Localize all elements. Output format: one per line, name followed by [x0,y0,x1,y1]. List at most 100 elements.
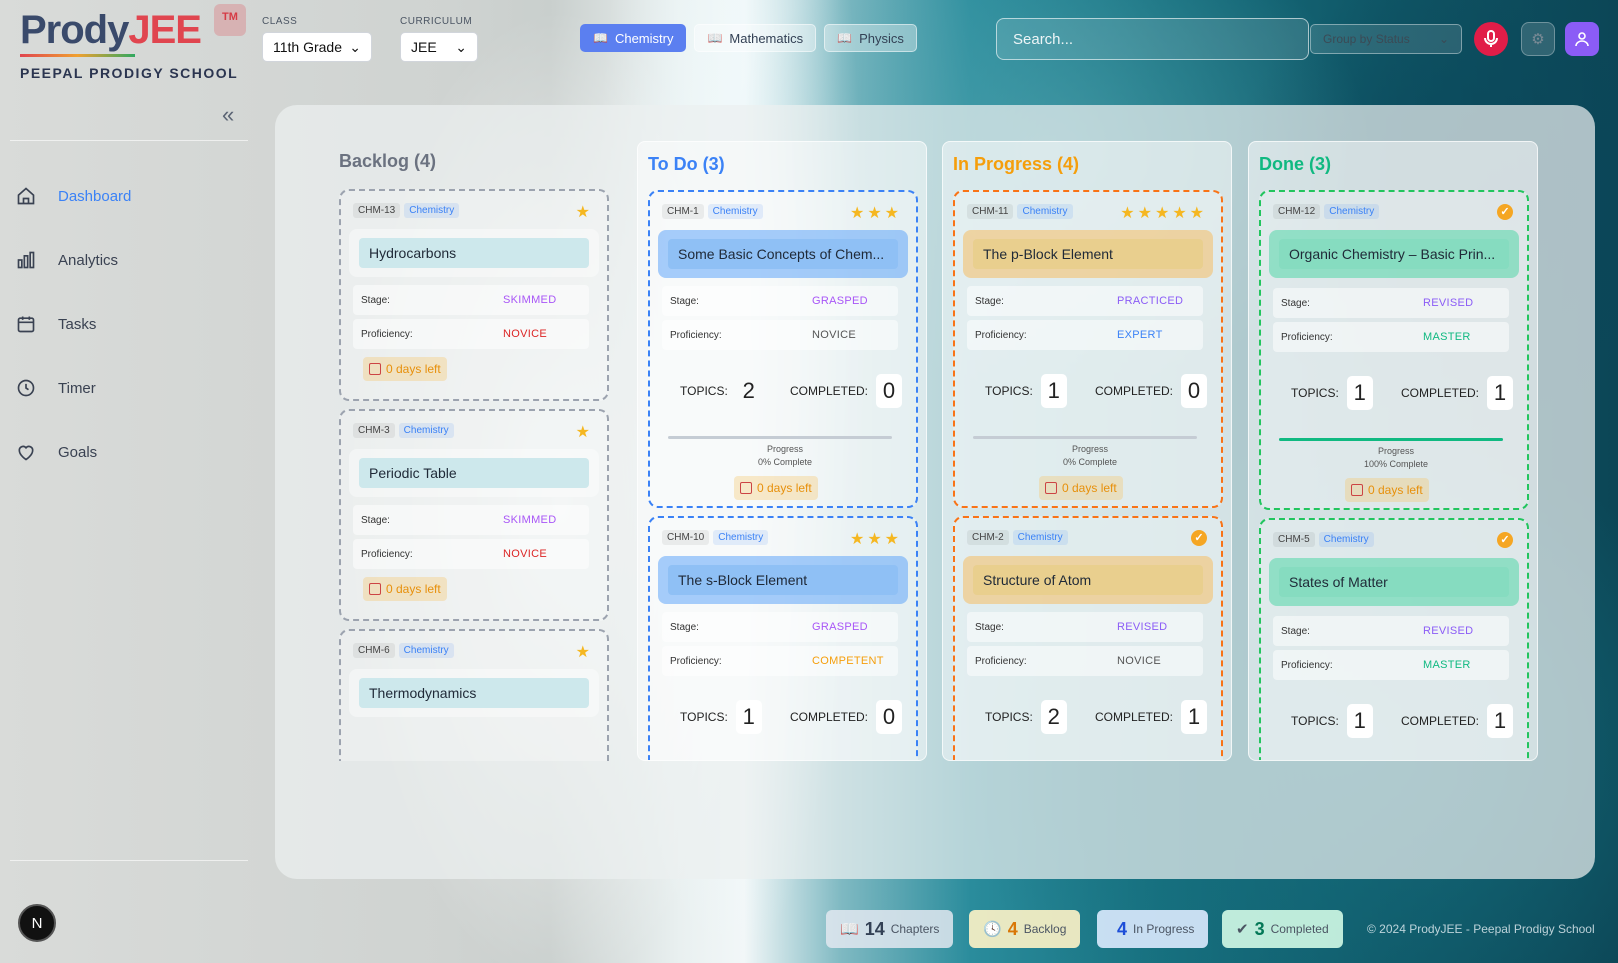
column-title: Backlog (4) [339,151,437,171]
progress-text: 0% Complete [1062,457,1118,467]
chapter-card[interactable]: CHM-3 Chemistry ★ Periodic Table Stage: SK… [339,409,609,621]
chapters-label: Chapters [890,922,940,936]
star-rating[interactable]: ★★★ [850,529,902,549]
completed-label: Completed [1270,922,1329,936]
proficiency-value[interactable]: EXPERT [1117,329,1163,341]
sidebar-divider [10,140,248,141]
subject-tag: Chemistry [1012,530,1068,545]
proficiency-row: Proficiency: NOVICE [353,539,589,569]
curriculum-label: CURRICULUM [400,16,473,27]
proficiency-value[interactable]: MASTER [1423,659,1471,671]
settings-button[interactable]: ⚙ [1521,22,1555,56]
topics-value: 1 [1346,704,1373,738]
chapter-id: CHM-12 [1273,204,1321,219]
chapter-name: States of Matter [1279,567,1509,597]
class-value: 11th Grade [273,39,343,55]
profile-button[interactable] [1565,22,1599,56]
proficiency-label: Proficiency: [670,329,722,341]
proficiency-value[interactable]: NOVICE [1117,655,1161,667]
chevron-down-icon: ⌄ [1438,32,1449,46]
chapter-card[interactable]: CHM-11 Chemistry ★★★★★ The p-Block Elemen… [953,190,1223,508]
stage-row: Stage: SKIMMED [353,505,589,535]
user-avatar[interactable]: N [18,904,56,942]
chapter-id: CHM-11 [967,204,1014,219]
subject-tag: Chemistry [398,423,454,438]
days-left-badge: 0 days left [734,476,818,500]
curriculum-select[interactable]: JEE ⌄ [400,32,478,62]
topics-count: TOPICS: 1 [1291,376,1373,410]
sidebar-item-dashboard[interactable]: Dashboard [16,176,236,216]
completed-value: 1 [1181,700,1208,734]
stage-value[interactable]: REVISED [1423,297,1473,309]
curriculum-value: JEE [411,39,437,55]
chapter-name: The p-Block Element [973,239,1203,269]
stage-value[interactable]: PRACTICED [1117,295,1183,307]
chapter-card[interactable]: CHM-5 Chemistry ✓ States of Matter Stage:… [1259,518,1529,760]
stage-value[interactable]: SKIMMED [503,294,556,306]
chevron-down-icon: ⌄ [349,38,361,55]
completed-value: 1 [1487,704,1514,738]
topics-value: 2 [1040,700,1067,734]
star-icon[interactable]: ★ [576,642,593,662]
proficiency-row: Proficiency: COMPETENT [662,646,898,676]
proficiency-label: Proficiency: [975,329,1027,341]
star-icon[interactable]: ★ [576,202,593,222]
stage-label: Stage: [1281,625,1310,637]
star-icon[interactable]: ★ [576,422,593,442]
class-label: CLASS [262,16,298,27]
sidebar-item-timer[interactable]: Timer [16,368,236,408]
chapter-id: CHM-3 [353,423,395,438]
proficiency-label: Proficiency: [361,328,413,340]
tab-mathematics[interactable]: 📖 Mathematics [694,24,817,52]
column-backlog: Backlog (4) CHM-13 Chemistry ★ Hydrocarbo… [329,141,619,761]
chapter-card[interactable]: CHM-10 Chemistry ★★★ The s-Block Element … [648,516,918,760]
chapter-id: CHM-13 [353,203,401,218]
chapter-card[interactable]: CHM-6 Chemistry ★ Thermodynamics [339,629,609,761]
chapter-card[interactable]: CHM-2 Chemistry ✓ Structure of Atom Stage… [953,516,1223,760]
days-left: 0 days left [386,582,441,596]
tab-physics[interactable]: 📖 Physics [824,24,917,52]
chapter-card[interactable]: CHM-12 Chemistry ✓ Organic Chemistry – Ba… [1259,190,1529,510]
sidebar-item-goals[interactable]: Goals [16,432,236,472]
proficiency-value[interactable]: NOVICE [503,328,547,340]
stage-label: Stage: [361,514,390,526]
microphone-button[interactable] [1474,22,1508,56]
stage-value[interactable]: GRASPED [812,621,868,633]
stage-value[interactable]: REVISED [1423,625,1473,637]
proficiency-value[interactable]: NOVICE [812,329,856,341]
home-icon [17,187,35,205]
proficiency-value[interactable]: MASTER [1423,331,1471,343]
chapter-name: Hydrocarbons [359,238,589,268]
stage-value[interactable]: SKIMMED [503,514,556,526]
days-left: 0 days left [386,362,441,376]
topics-label: TOPICS: [680,384,728,398]
collapse-sidebar-icon[interactable]: « [222,102,234,128]
chapter-card[interactable]: CHM-13 Chemistry ★ Hydrocarbons Stage: SKI… [339,189,609,401]
stage-value[interactable]: REVISED [1117,621,1167,633]
subject-tag: Chemistry [1324,204,1380,219]
stage-row: Stage: REVISED [1273,288,1509,318]
sidebar-item-analytics[interactable]: Analytics [16,240,236,280]
sidebar-item-label: Analytics [58,251,119,269]
proficiency-value[interactable]: NOVICE [503,548,547,560]
sidebar-item-label: Goals [58,443,98,461]
group-by-select[interactable]: Group by Status ⌄ [1310,24,1462,54]
topics-label: TOPICS: [1291,714,1339,728]
stage-value[interactable]: GRASPED [812,295,868,307]
topics-value: 1 [735,700,762,734]
topics-label: TOPICS: [680,710,728,724]
proficiency-value[interactable]: COMPETENT [812,655,884,667]
star-rating[interactable]: ★★★ [850,203,902,223]
copyright: © 2024 ProdyJEE - Peepal Prodigy School [1367,922,1595,936]
stat-chapters: 📖 14 Chapters [826,910,954,948]
logo[interactable]: ProdyJEE TM PEEPAL PRODIGY SCHOOL [20,4,246,84]
topics-count: TOPICS: 2 [985,700,1067,734]
class-select[interactable]: 11th Grade ⌄ [262,32,372,62]
sidebar-item-tasks[interactable]: Tasks [16,304,236,344]
tab-chemistry[interactable]: 📖 Chemistry [580,24,687,52]
search-input[interactable]: Search... [996,18,1309,60]
chapter-card[interactable]: CHM-1 Chemistry ★★★ Some Basic Concepts o… [648,190,918,508]
star-rating[interactable]: ★★★★★ [1120,203,1207,223]
chapters-count: 14 [864,918,885,939]
stage-row: Stage: SKIMMED [353,285,589,315]
